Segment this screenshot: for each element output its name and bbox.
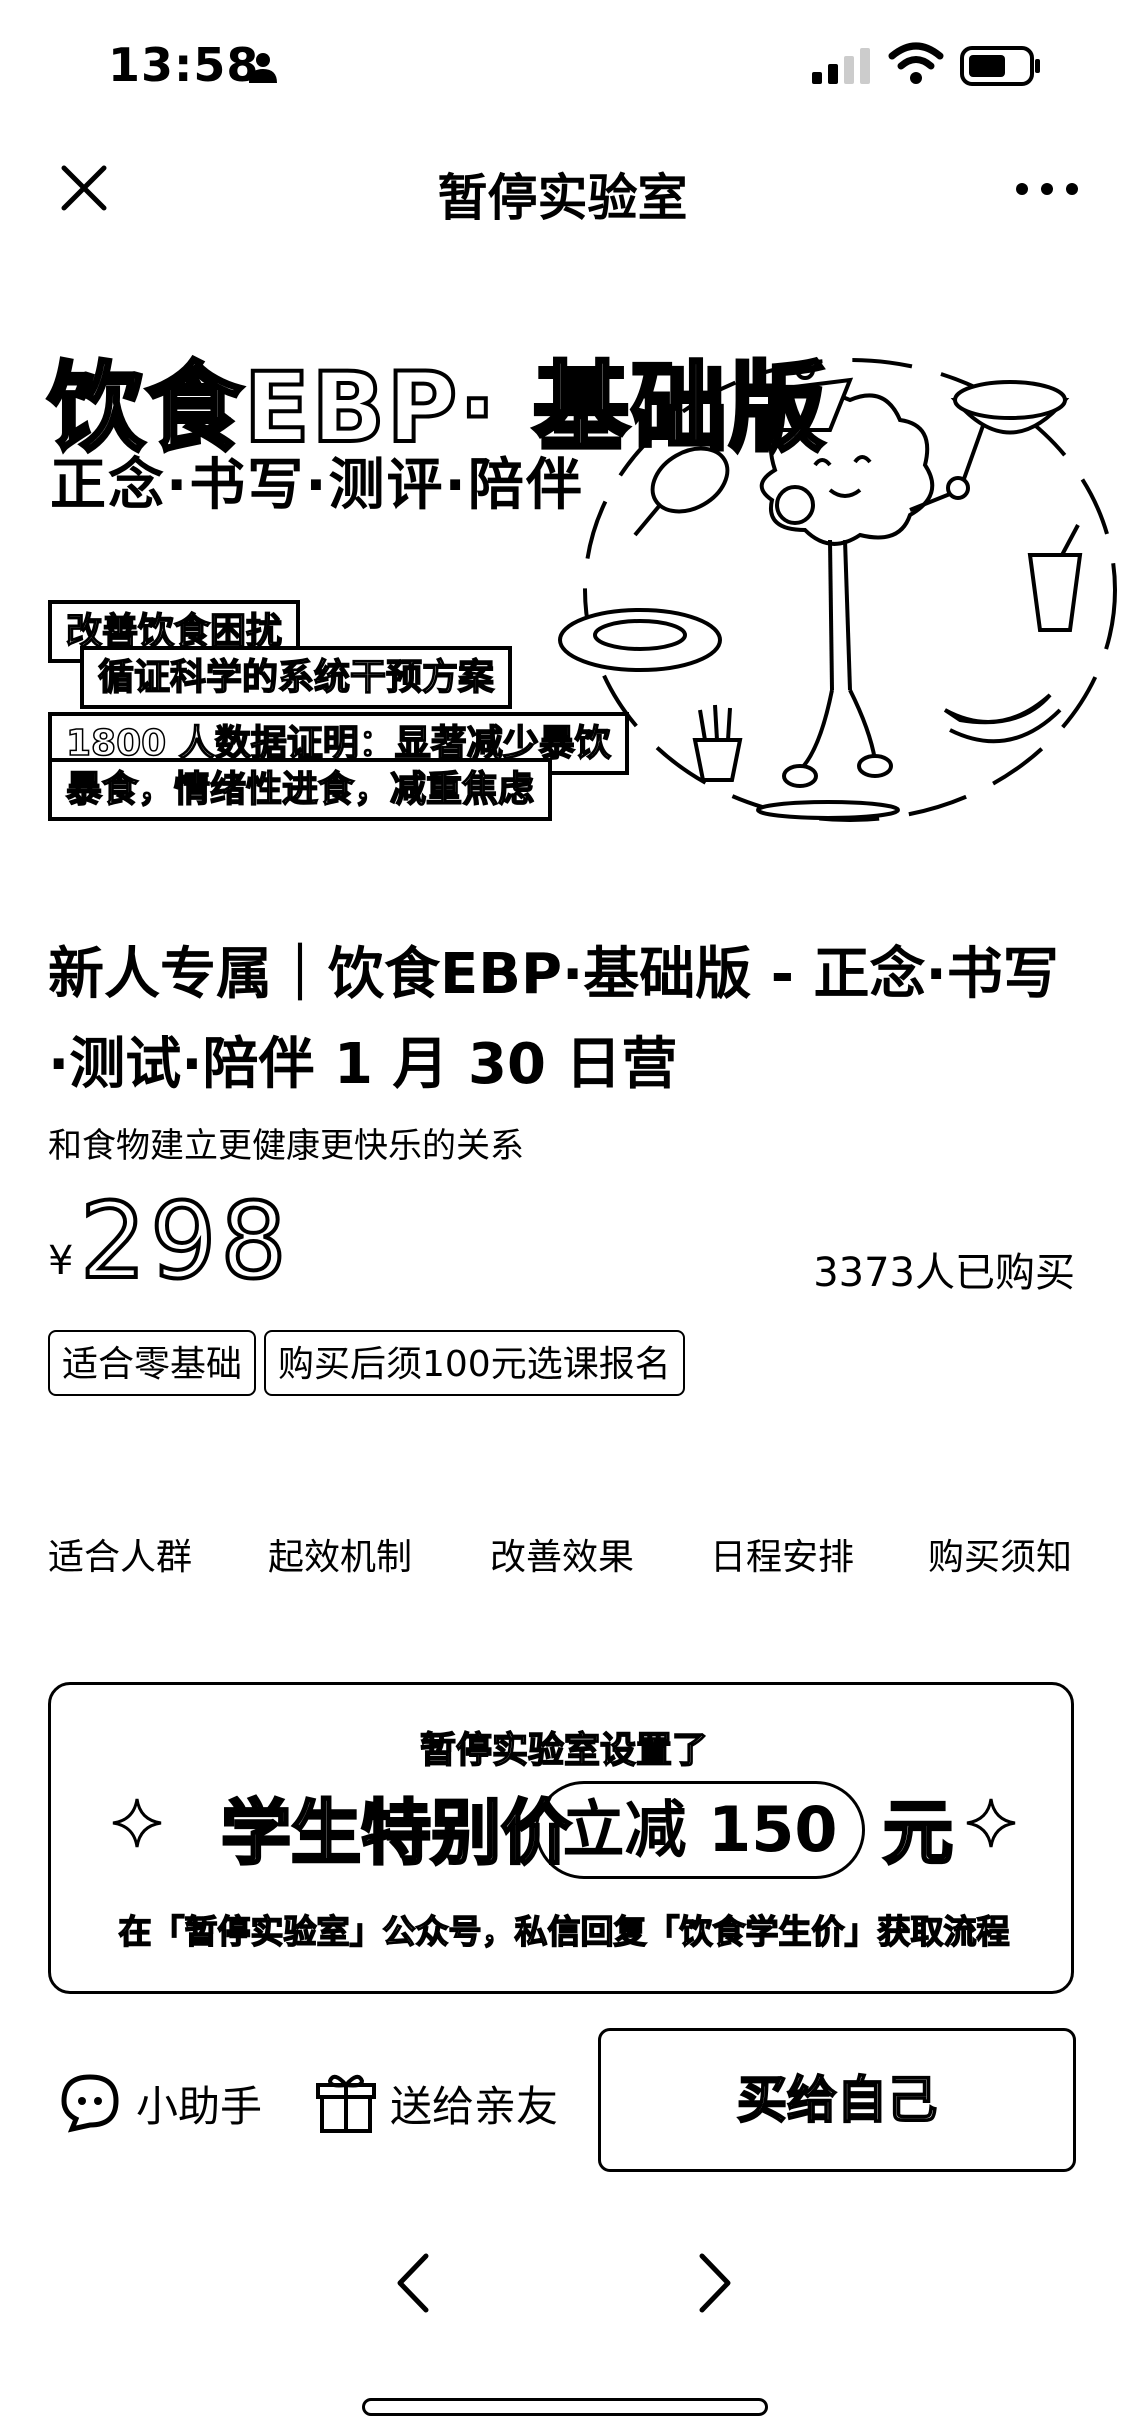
person-icon (249, 53, 277, 83)
tab-effects[interactable]: 改善效果 (490, 1528, 634, 1580)
forward-arrow-icon[interactable] (690, 2248, 740, 2318)
signal-icon (812, 48, 870, 84)
promo-main-text: 学生特别价 (220, 1791, 573, 1876)
sparkle-icon (112, 1798, 162, 1848)
more-icon[interactable] (1012, 174, 1082, 204)
chat-icon (61, 2074, 119, 2133)
product-subtitle: 和食物建立更健康更快乐的关系 (48, 1126, 524, 1166)
sparkle-icon (966, 1798, 1016, 1848)
page-title: 暂停实验室 (437, 169, 688, 227)
tab-mechanism[interactable]: 起效机制 (268, 1528, 412, 1580)
tab-purchase-notice[interactable]: 购买须知 (928, 1528, 1072, 1580)
price: 298 (78, 1178, 291, 1304)
sold-count: 3373人已购买 (813, 1250, 1075, 1296)
back-arrow-icon[interactable] (388, 2248, 438, 2318)
tag-beginner: 适合零基础 (48, 1330, 257, 1396)
tab-schedule[interactable]: 日程安排 (710, 1528, 854, 1580)
banner-subtitle: 正念·书写·测评·陪伴 (50, 453, 584, 518)
buy-for-self-button[interactable]: 买给自己 (598, 2028, 1076, 2172)
gift-icon (316, 2074, 376, 2133)
wifi-icon (888, 42, 944, 84)
currency-symbol: ¥ (48, 1238, 74, 1284)
tab-audience[interactable]: 适合人群 (48, 1528, 192, 1580)
assistant-button[interactable]: 小助手 (58, 2068, 262, 2138)
tag-enrollment-note: 购买后须100元选课报名 (264, 1330, 685, 1396)
battery-icon (960, 46, 1040, 86)
gift-button[interactable]: 送给亲友 (316, 2068, 558, 2138)
banner-bullet-1-detail: 循证科学的系统干预方案 (80, 646, 513, 710)
promo-footer: 在「暂停实验室」公众号，私信回复「饮食学生价」获取流程 (118, 1911, 1011, 1952)
promo-header: 暂停实验室设置了 (419, 1729, 709, 1772)
home-indicator[interactable] (362, 2398, 768, 2416)
banner-bullet-2-detail: 暴食，情绪性进食，减重焦虑 (48, 758, 553, 822)
status-time: 13:58 (108, 38, 260, 92)
product-title: 新人专属｜饮食EBP·基础版 - 正念·书写·测试·陪伴 1 月 30 日营 (48, 942, 1059, 1097)
gift-label: 送给亲友 (390, 2081, 559, 2131)
assistant-label: 小助手 (136, 2081, 263, 2131)
discount-pill: 立减 150 (535, 1781, 865, 1879)
student-price-card: 暂停实验室设置了 学生特别价 立减 150 元 在「暂停实验室」公众号，私信回复… (48, 1682, 1074, 1994)
promo-unit: 元 (882, 1791, 955, 1876)
